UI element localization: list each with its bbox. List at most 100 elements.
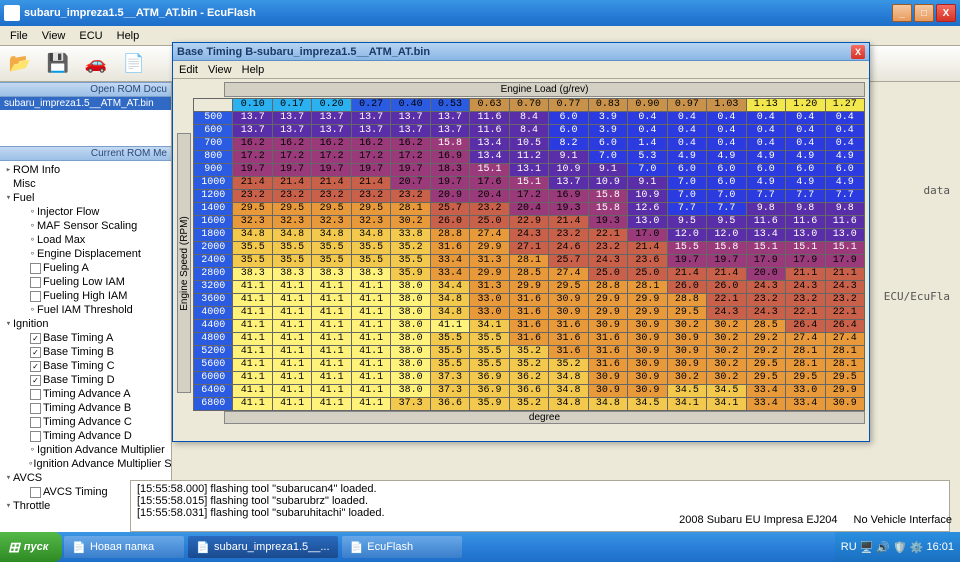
col-header[interactable]: 0.90: [628, 99, 667, 112]
data-cell[interactable]: 29.2: [746, 346, 785, 359]
tree-item[interactable]: Timing Advance D: [2, 429, 169, 443]
data-cell[interactable]: 1.4: [628, 138, 667, 151]
data-cell[interactable]: 35.9: [391, 268, 430, 281]
row-header[interactable]: 1200: [194, 190, 233, 203]
data-cell[interactable]: 26.4: [786, 320, 825, 333]
data-cell[interactable]: 13.7: [312, 125, 351, 138]
data-cell[interactable]: 19.7: [233, 164, 272, 177]
data-cell[interactable]: 41.1: [351, 385, 390, 398]
data-cell[interactable]: 34.8: [233, 229, 272, 242]
row-header[interactable]: 1800: [194, 229, 233, 242]
data-cell[interactable]: 12.0: [667, 229, 706, 242]
data-cell[interactable]: 22.1: [786, 307, 825, 320]
data-cell[interactable]: 7.7: [707, 203, 746, 216]
data-cell[interactable]: 41.1: [272, 281, 311, 294]
data-cell[interactable]: 35.5: [470, 346, 509, 359]
data-cell[interactable]: 10.9: [549, 164, 588, 177]
data-cell[interactable]: 41.1: [233, 359, 272, 372]
data-cell[interactable]: 34.8: [588, 398, 627, 411]
data-cell[interactable]: 31.3: [470, 281, 509, 294]
tree-item[interactable]: ∘Load Max: [2, 233, 169, 247]
data-cell[interactable]: 36.9: [470, 385, 509, 398]
start-button[interactable]: ⊞ пуск: [0, 532, 62, 562]
data-cell[interactable]: 23.2: [549, 229, 588, 242]
data-cell[interactable]: 26.0: [430, 216, 469, 229]
data-cell[interactable]: 41.1: [272, 372, 311, 385]
close-button[interactable]: X: [936, 4, 956, 22]
data-cell[interactable]: 24.6: [549, 242, 588, 255]
data-cell[interactable]: 41.1: [272, 359, 311, 372]
data-cell[interactable]: 6.0: [707, 164, 746, 177]
data-cell[interactable]: 9.5: [667, 216, 706, 229]
data-cell[interactable]: 7.0: [628, 164, 667, 177]
data-cell[interactable]: 34.8: [549, 385, 588, 398]
data-cell[interactable]: 35.5: [312, 255, 351, 268]
data-cell[interactable]: 41.1: [312, 294, 351, 307]
data-cell[interactable]: 3.9: [588, 112, 627, 125]
tree-item[interactable]: ∘Ignition Advance Multiplier Step: [2, 457, 169, 471]
data-cell[interactable]: 30.9: [628, 359, 667, 372]
checkbox[interactable]: [30, 291, 41, 302]
data-cell[interactable]: 22.1: [588, 229, 627, 242]
vehicle-icon[interactable]: 🚗: [82, 50, 110, 78]
data-cell[interactable]: 24.3: [707, 307, 746, 320]
save-icon[interactable]: 💾: [44, 50, 72, 78]
data-cell[interactable]: 15.8: [430, 138, 469, 151]
data-cell[interactable]: 36.2: [509, 372, 548, 385]
data-cell[interactable]: 30.9: [628, 320, 667, 333]
data-cell[interactable]: 41.1: [312, 372, 351, 385]
data-cell[interactable]: 11.6: [470, 125, 509, 138]
data-cell[interactable]: 21.4: [312, 177, 351, 190]
data-cell[interactable]: 9.1: [549, 151, 588, 164]
data-cell[interactable]: 9.1: [588, 164, 627, 177]
data-cell[interactable]: 41.1: [233, 346, 272, 359]
row-header[interactable]: 1400: [194, 203, 233, 216]
data-cell[interactable]: 41.1: [351, 294, 390, 307]
data-cell[interactable]: 30.9: [667, 333, 706, 346]
data-cell[interactable]: 37.3: [391, 398, 430, 411]
data-cell[interactable]: 34.5: [707, 385, 746, 398]
data-cell[interactable]: 41.1: [312, 307, 351, 320]
data-cell[interactable]: 10.9: [628, 190, 667, 203]
data-cell[interactable]: 29.9: [470, 268, 509, 281]
data-cell[interactable]: 33.0: [470, 294, 509, 307]
data-cell[interactable]: 31.6: [588, 346, 627, 359]
data-cell[interactable]: 41.1: [351, 346, 390, 359]
data-cell[interactable]: 35.2: [391, 242, 430, 255]
data-cell[interactable]: 21.4: [628, 242, 667, 255]
data-cell[interactable]: 34.1: [667, 398, 706, 411]
col-header[interactable]: 0.83: [588, 99, 627, 112]
modal-menu-help[interactable]: Help: [242, 64, 265, 76]
data-cell[interactable]: 35.5: [233, 255, 272, 268]
data-cell[interactable]: 10.9: [588, 177, 627, 190]
data-cell[interactable]: 38.0: [391, 372, 430, 385]
data-cell[interactable]: 8.4: [509, 112, 548, 125]
data-cell[interactable]: 23.2: [786, 294, 825, 307]
tree-item[interactable]: ∘Injector Flow: [2, 205, 169, 219]
row-header[interactable]: 600: [194, 125, 233, 138]
data-cell[interactable]: 16.2: [391, 138, 430, 151]
data-cell[interactable]: 38.3: [272, 268, 311, 281]
data-grid[interactable]: 0.100.170.200.270.400.530.630.700.770.83…: [193, 98, 865, 411]
data-cell[interactable]: 29.5: [825, 372, 865, 385]
data-cell[interactable]: 28.1: [391, 203, 430, 216]
data-cell[interactable]: 34.8: [549, 398, 588, 411]
data-cell[interactable]: 11.2: [509, 151, 548, 164]
modal-close-button[interactable]: X: [851, 45, 865, 59]
data-cell[interactable]: 34.8: [272, 229, 311, 242]
menu-help[interactable]: Help: [111, 28, 146, 44]
data-cell[interactable]: 20.4: [509, 203, 548, 216]
data-cell[interactable]: 30.2: [707, 320, 746, 333]
data-cell[interactable]: 15.8: [707, 242, 746, 255]
data-cell[interactable]: 41.1: [233, 320, 272, 333]
data-cell[interactable]: 28.1: [825, 359, 865, 372]
data-cell[interactable]: 41.1: [312, 320, 351, 333]
data-cell[interactable]: 35.5: [430, 333, 469, 346]
data-cell[interactable]: 38.3: [351, 268, 390, 281]
data-cell[interactable]: 28.8: [588, 281, 627, 294]
data-cell[interactable]: 0.4: [628, 112, 667, 125]
data-cell[interactable]: 24.3: [825, 281, 865, 294]
maximize-button[interactable]: □: [914, 4, 934, 22]
tray-icon[interactable]: 🛡️: [893, 541, 907, 554]
data-cell[interactable]: 29.9: [470, 242, 509, 255]
